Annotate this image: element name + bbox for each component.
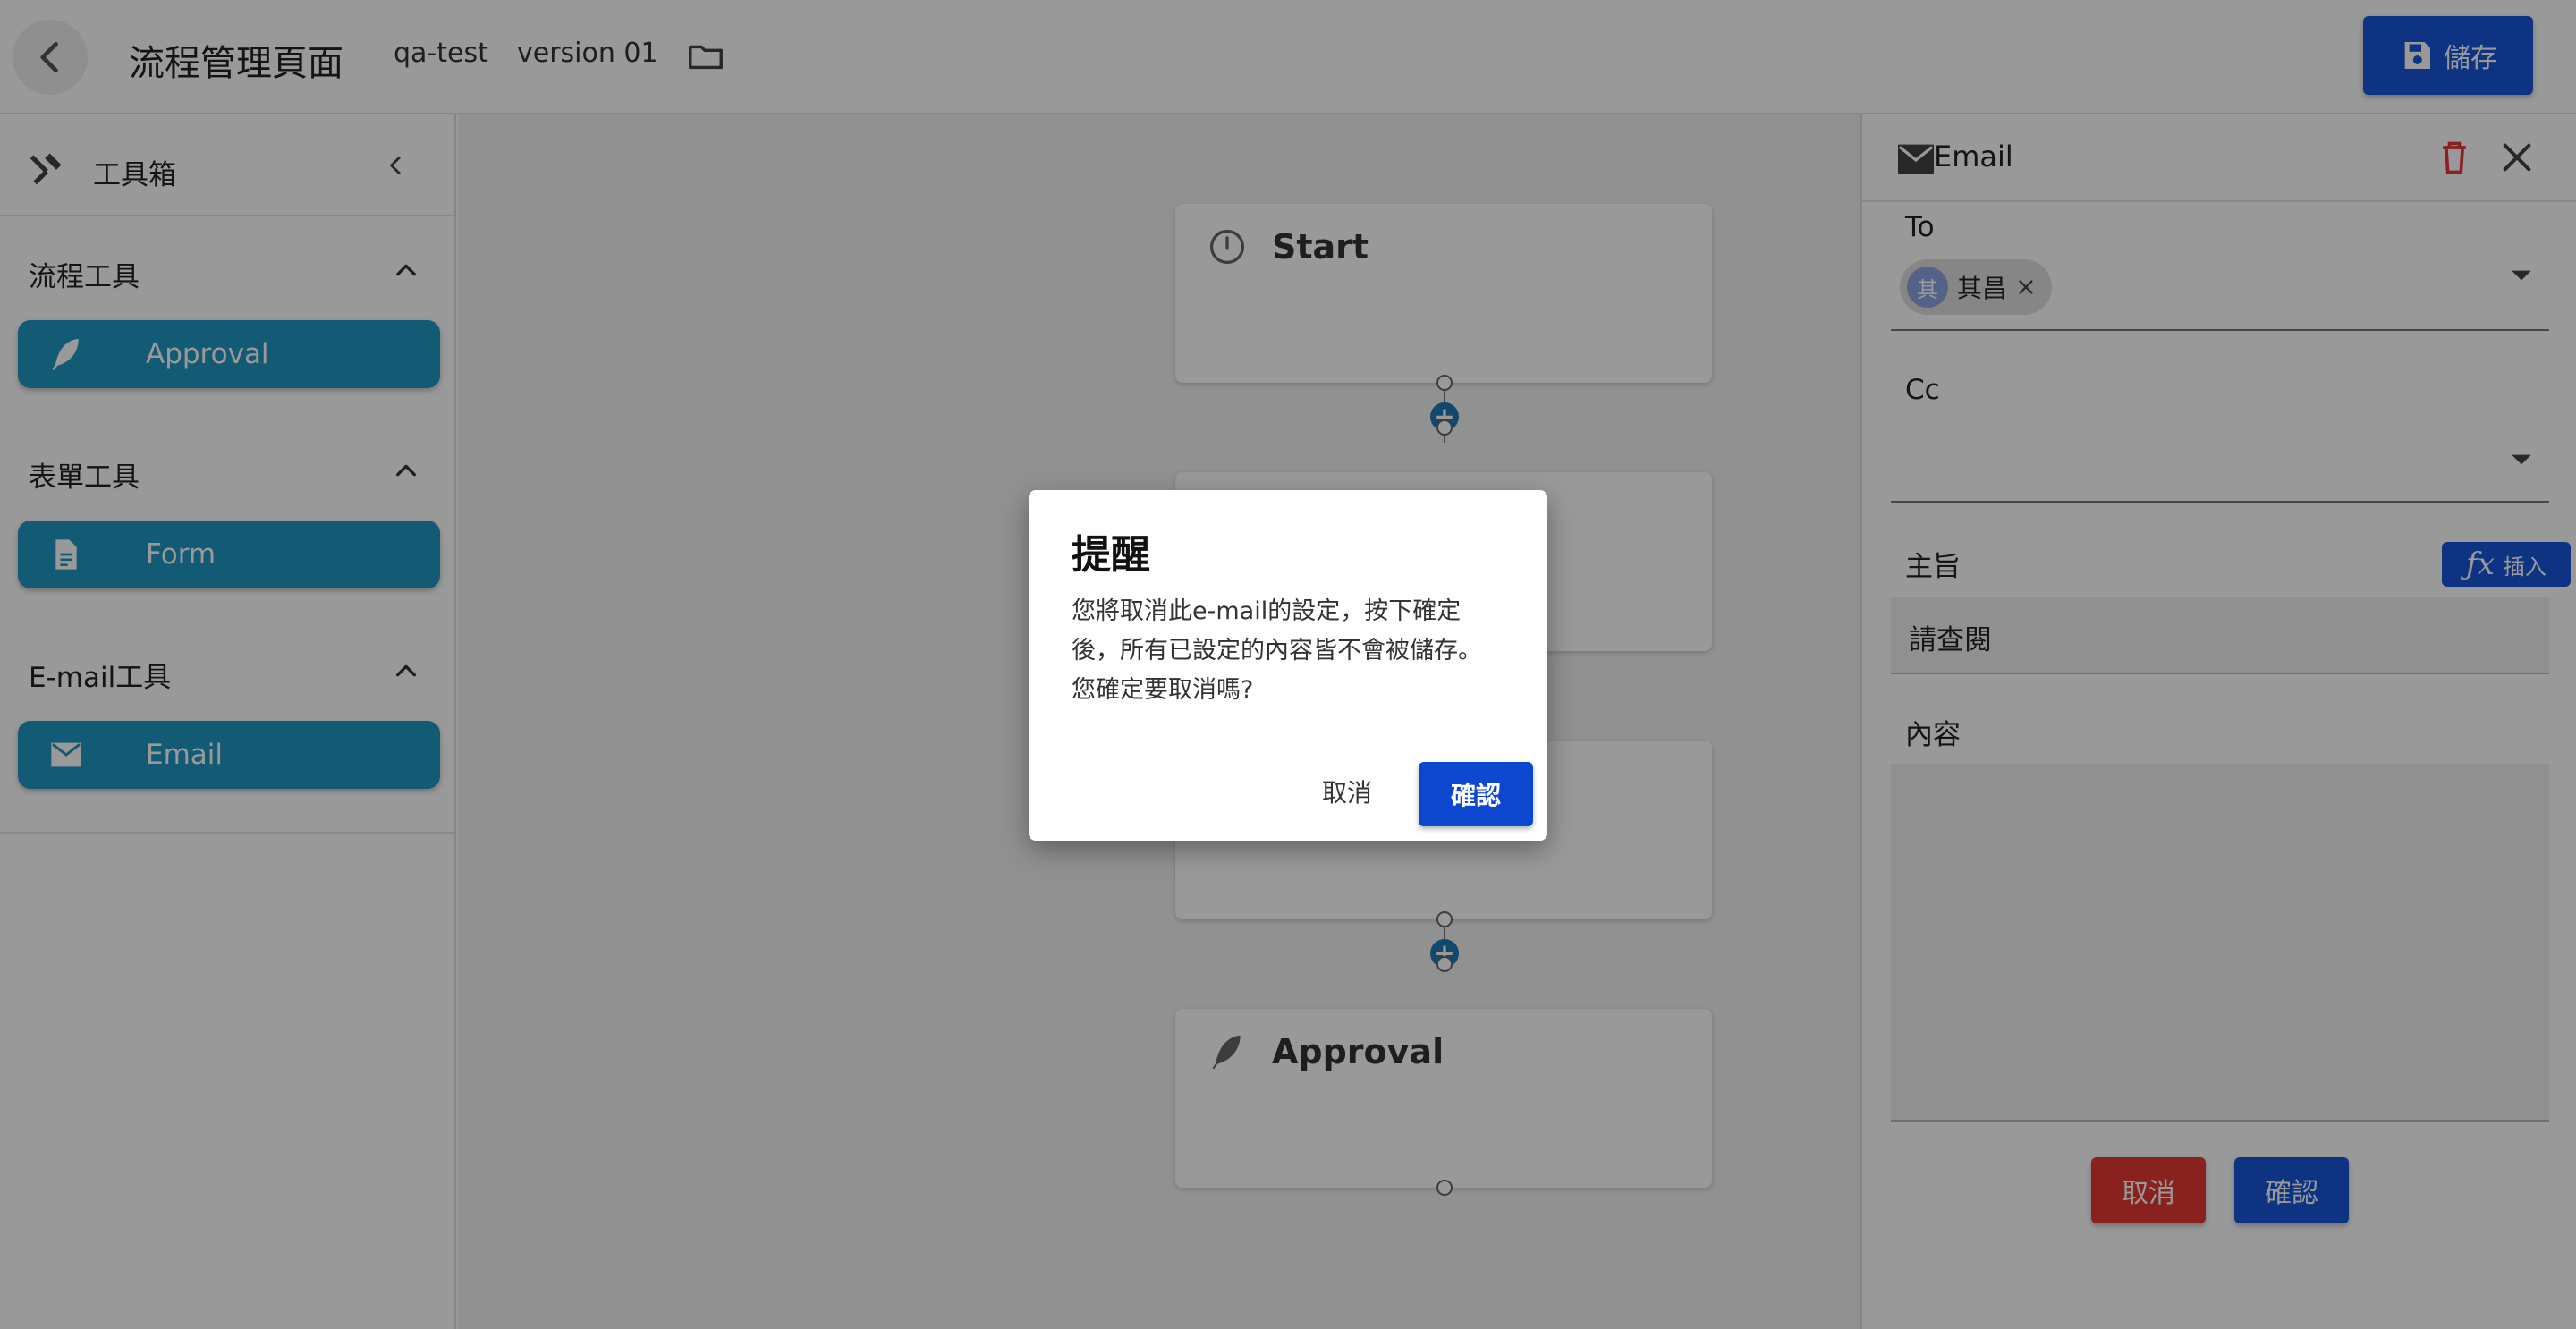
dialog-message-line: 後，所有已設定的內容皆不會被儲存。 — [1072, 637, 1482, 664]
dialog-message-line: 您確定要取消嗎? — [1072, 676, 1254, 704]
confirm-dialog: 提醒 您將取消此e-mail的設定，按下確定 後，所有已設定的內容皆不會被儲存。… — [1029, 490, 1547, 841]
dialog-message: 您將取消此e-mail的設定，按下確定 後，所有已設定的內容皆不會被儲存。 您確… — [1072, 592, 1528, 710]
dialog-confirm-button[interactable]: 確認 — [1419, 762, 1533, 826]
dialog-message-line: 您將取消此e-mail的設定，按下確定 — [1072, 597, 1462, 625]
dialog-cancel-button[interactable]: 取消 — [1297, 764, 1397, 819]
dialog-title: 提醒 — [1072, 532, 1150, 578]
